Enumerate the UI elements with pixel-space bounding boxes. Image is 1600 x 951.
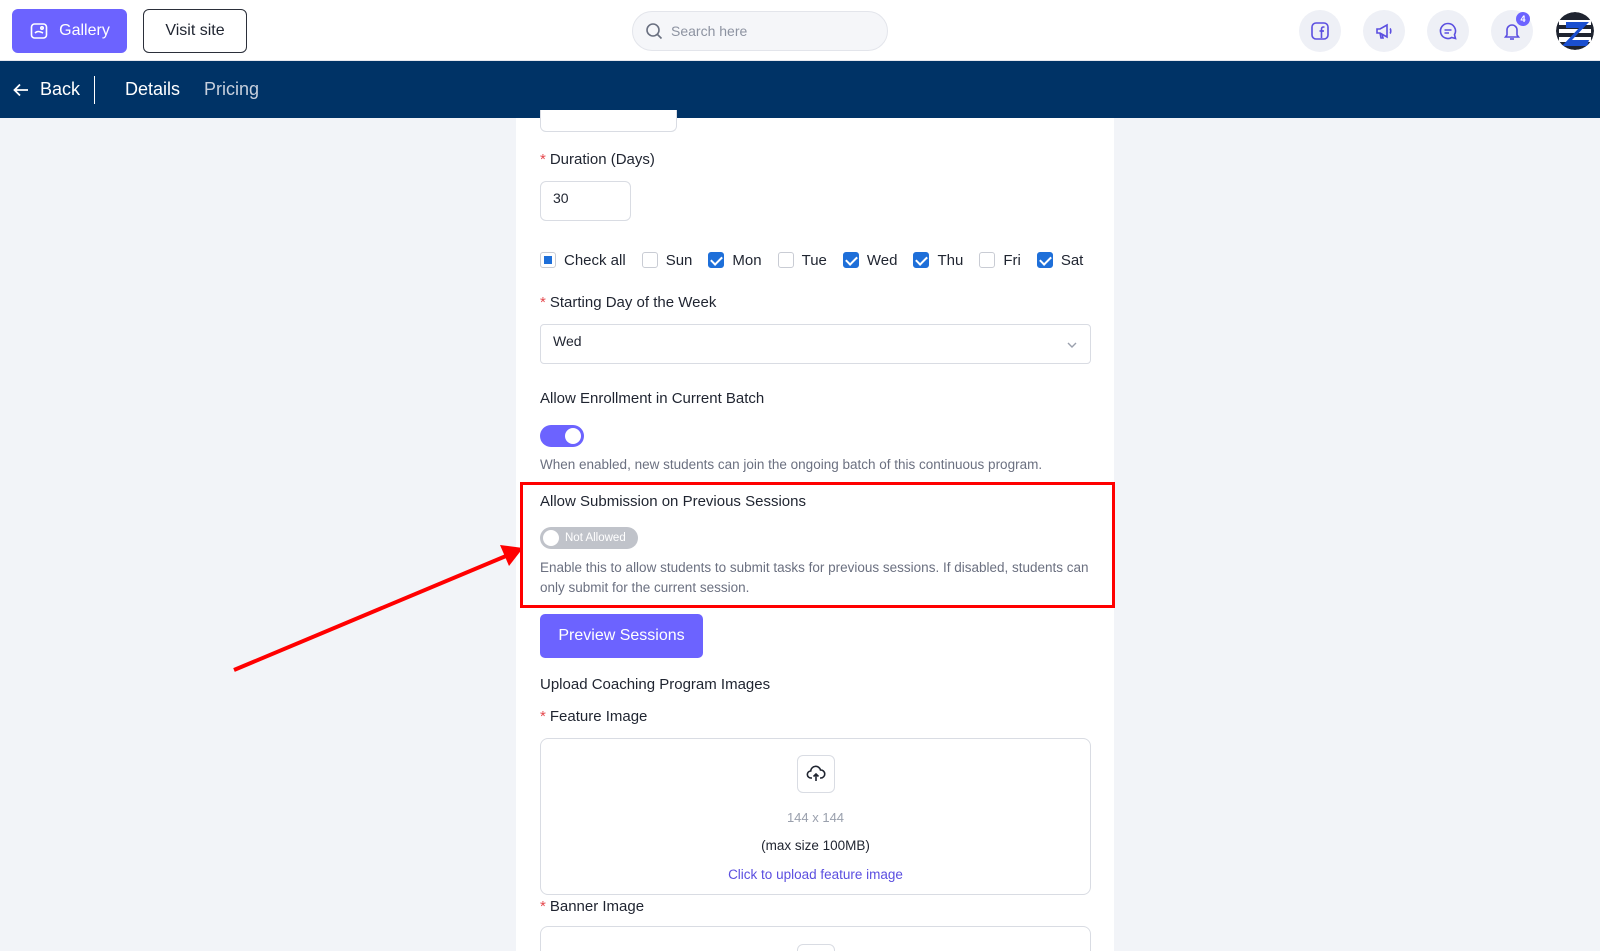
visit-site-button[interactable]: Visit site (143, 9, 247, 53)
starting-day-select[interactable]: Wed (540, 324, 1091, 364)
banner-image-label: * Banner Image (540, 898, 645, 915)
facebook-button[interactable] (1299, 10, 1341, 52)
tab-pricing[interactable]: Pricing (204, 61, 259, 118)
submission-toggle-text: Not Allowed (565, 532, 626, 544)
upload-heading: Upload Coaching Program Images (540, 676, 771, 693)
search-bar[interactable] (632, 11, 888, 51)
day-checkbox-fri[interactable]: Fri (979, 252, 1021, 269)
arrow-left-icon (13, 83, 28, 96)
brand-logo-icon (1556, 12, 1594, 50)
chevron-down-icon (1067, 342, 1077, 348)
tab-details[interactable]: Details (125, 61, 180, 118)
avatar[interactable] (1556, 12, 1594, 50)
banner-image-dropzone[interactable] (540, 926, 1091, 951)
top-bar: Gallery Visit site 4 (0, 0, 1600, 61)
gallery-button[interactable]: Gallery (12, 9, 127, 53)
feature-image-dimensions: 144 x 144 (786, 810, 845, 825)
checkbox-box (641, 252, 658, 268)
megaphone-icon (1376, 23, 1392, 39)
day-checkbox-mon[interactable]: Mon (708, 252, 762, 269)
search-input[interactable] (671, 23, 861, 39)
day-checkbox-tue[interactable]: Tue (777, 252, 827, 269)
duration-label: * Duration (Days) (540, 151, 655, 168)
submission-label: Allow Submission on Previous Sessions (540, 493, 806, 510)
announcements-button[interactable] (1363, 10, 1405, 52)
visit-site-label: Visit site (165, 22, 225, 39)
section-navbar: Back Details Pricing (0, 61, 1600, 118)
duration-input[interactable]: 30 (540, 181, 631, 221)
checkbox-box (777, 252, 794, 268)
back-label: Back (40, 79, 81, 99)
feature-image-dropzone[interactable]: 144 x 144 (max size 100MB) Click to uplo… (540, 738, 1091, 895)
checkbox-box (708, 252, 725, 268)
back-button[interactable]: Back (12, 61, 80, 118)
day-checkbox-sun[interactable]: Sun (641, 252, 692, 269)
previous-field-input[interactable] (540, 110, 677, 132)
cloud-upload-icon (806, 765, 826, 781)
chat-icon (1439, 22, 1457, 40)
checkbox-box (979, 252, 996, 268)
check-all-checkbox[interactable]: Check all (540, 252, 626, 269)
checkbox-box (913, 252, 930, 268)
day-checkbox-wed[interactable]: Wed (842, 252, 897, 269)
starting-day-label: * Starting Day of the Week (540, 294, 717, 311)
upload-button[interactable] (797, 755, 835, 793)
day-checkbox-sat[interactable]: Sat (1036, 252, 1083, 269)
checkbox-box (540, 252, 556, 268)
submission-help: Enable this to allow students to submit … (540, 560, 1089, 595)
feature-image-label: * Feature Image (540, 708, 648, 725)
search-icon (646, 23, 663, 40)
checkbox-box (842, 252, 859, 268)
checkbox-box (1036, 252, 1053, 268)
preview-sessions-button[interactable]: Preview Sessions (540, 614, 703, 658)
nav-divider (94, 76, 95, 104)
day-checkbox-thu[interactable]: Thu (913, 252, 963, 269)
enrollment-help: When enabled, new students can join the … (540, 457, 1043, 472)
enrollment-toggle[interactable] (540, 425, 584, 447)
feature-image-upload-link[interactable]: Click to upload feature image (541, 867, 1090, 882)
enrollment-label: Allow Enrollment in Current Batch (540, 390, 765, 407)
days-checkbox-group: Check all Sun Mon Tue Wed Thu Fri Sat (540, 249, 1099, 271)
banner-upload-button[interactable] (797, 944, 835, 951)
facebook-icon (1311, 22, 1329, 40)
gallery-button-label: Gallery (59, 22, 110, 39)
submission-toggle[interactable]: Not Allowed (540, 527, 638, 549)
gallery-icon (30, 23, 48, 39)
notification-badge: 4 (1516, 12, 1530, 26)
starting-day-value: Wed (553, 333, 582, 349)
chat-button[interactable] (1427, 10, 1469, 52)
notifications-button[interactable]: 4 (1491, 10, 1533, 52)
feature-image-max-size: (max size 100MB) (761, 838, 870, 853)
